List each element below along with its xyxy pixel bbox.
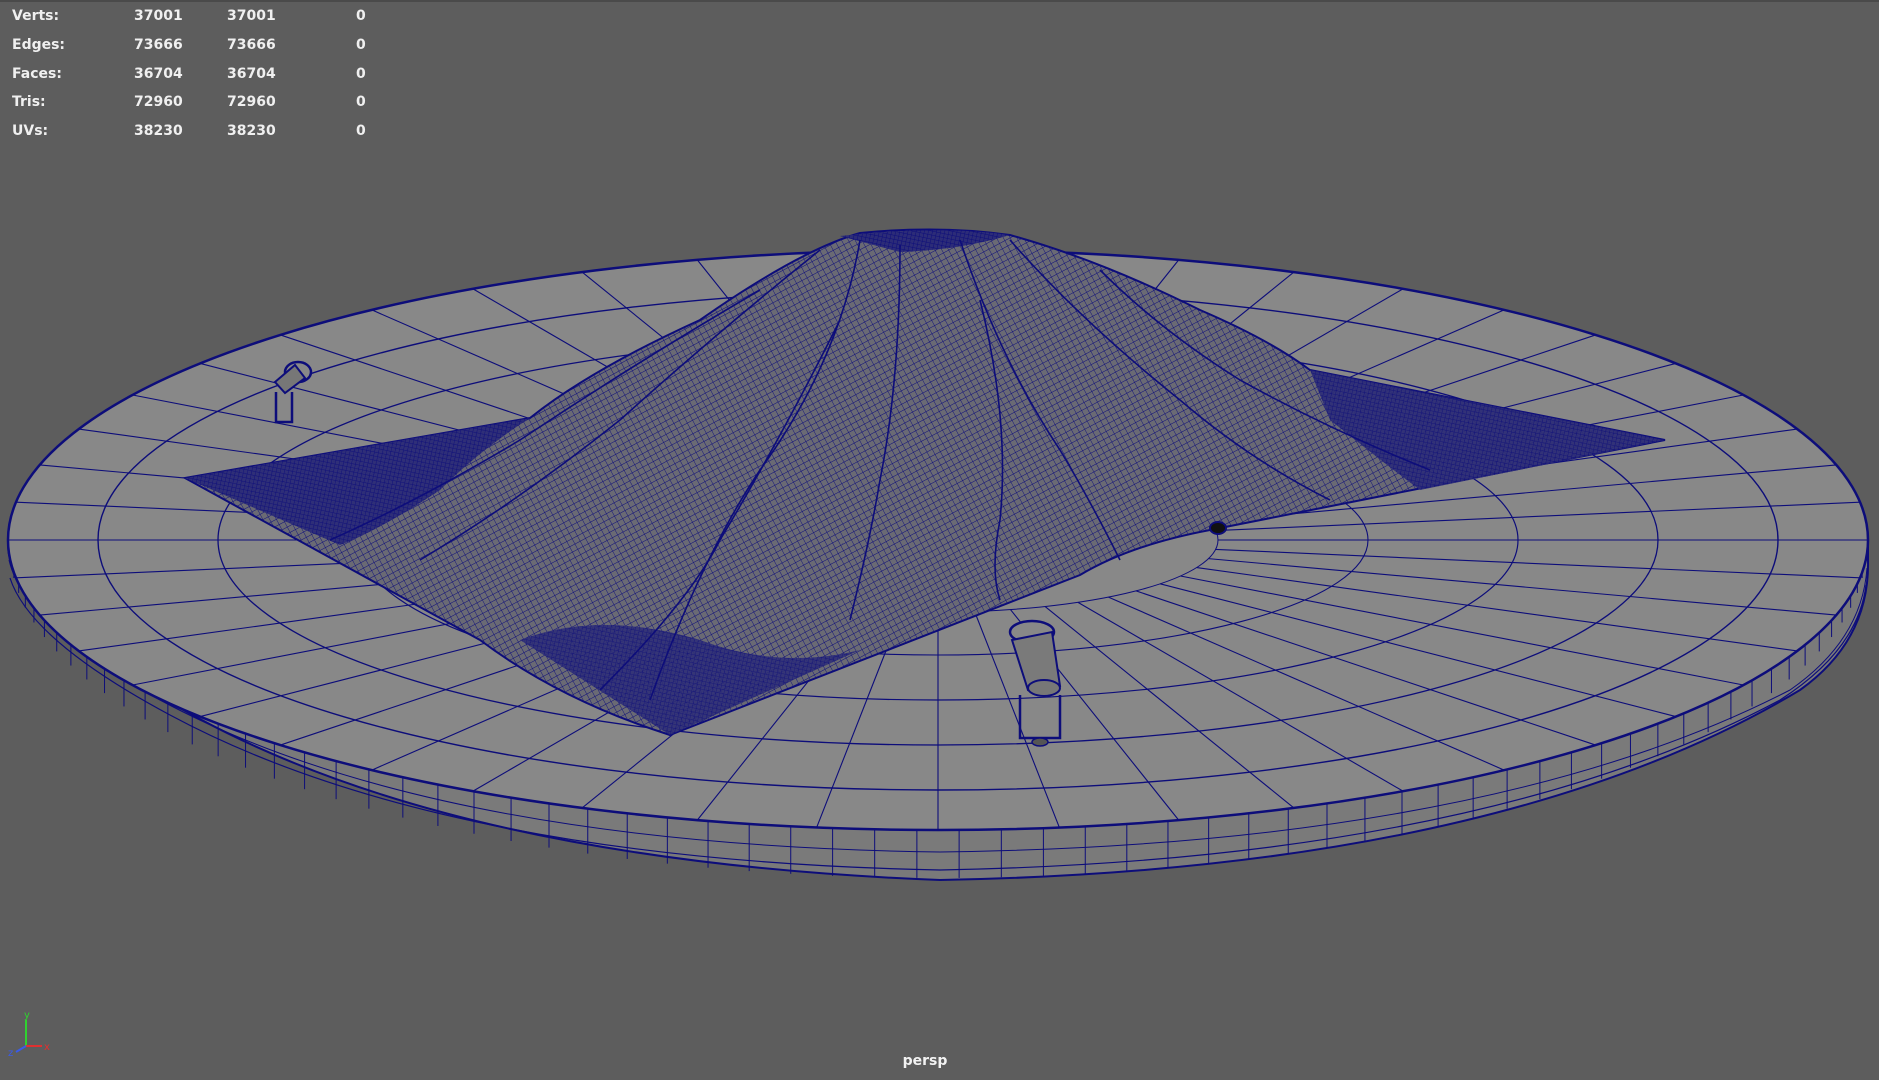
hud-label: Verts:: [12, 8, 60, 24]
hud-row-verts: Verts: 37001 37001 0: [12, 2, 372, 31]
hud-value-total: 37001: [134, 8, 183, 24]
hud-value-total: 36704: [134, 65, 183, 82]
hud-value-visible: 36704: [227, 65, 276, 82]
hud-value-total: 73666: [134, 36, 183, 53]
hud-row-tris: Tris: 72960 72960 0: [12, 88, 372, 117]
hud-value-total: 38230: [134, 123, 183, 140]
hud-value-total: 72960: [134, 94, 183, 111]
hud-row-faces: Faces: 36704 36704 0: [12, 60, 372, 89]
hud-value-visible: 73666: [227, 36, 276, 53]
hud-row-uvs: UVs: 38230 38230 0: [12, 117, 372, 146]
hud-row-edges: Edges: 73666 73666 0: [12, 31, 372, 60]
axis-x-label: x: [44, 1042, 50, 1053]
axis-gizmo-icon: y x z: [8, 1010, 50, 1058]
hud-label: Edges:: [12, 36, 66, 53]
hud-value-selected: 0: [356, 65, 366, 82]
hud-value-selected: 0: [356, 36, 366, 53]
hud-value-selected: 0: [356, 94, 366, 111]
poly-count-hud: Verts: 37001 37001 0 Edges: 73666 73666 …: [12, 2, 372, 146]
spot-light-back[interactable]: [1209, 521, 1227, 535]
hud-label: Faces:: [12, 65, 62, 82]
hud-value-visible: 72960: [227, 94, 276, 111]
hud-value-selected: 0: [356, 123, 366, 140]
hud-value-visible: 38230: [227, 123, 276, 140]
hud-value-visible: 37001: [227, 8, 276, 24]
hud-label: UVs:: [12, 123, 49, 140]
axis-y-label: y: [24, 1010, 30, 1021]
camera-name-label: persp: [902, 1053, 948, 1069]
hud-value-selected: 0: [356, 8, 366, 24]
viewport-3d[interactable]: [0, 0, 1879, 1080]
hud-label: Tris:: [12, 94, 46, 111]
